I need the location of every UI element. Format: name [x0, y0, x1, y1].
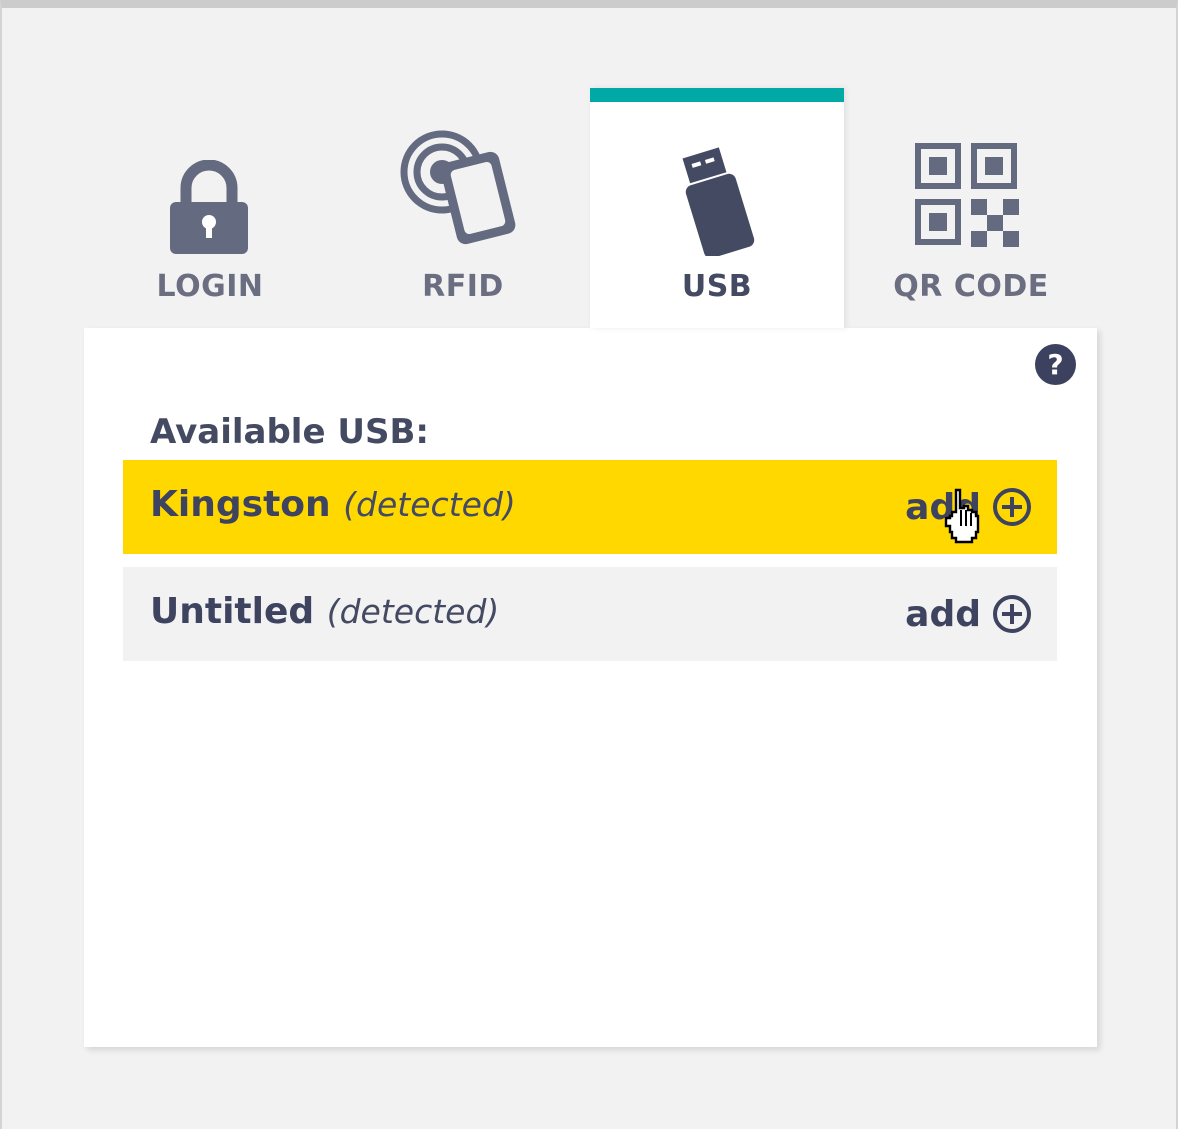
device-row-kingston: Kingston (detected) add: [123, 460, 1057, 554]
plus-circle-icon: [993, 595, 1031, 633]
device-status: (detected): [326, 592, 500, 631]
qr-code-icon: [915, 143, 1019, 247]
add-label: add: [905, 593, 981, 635]
add-device-button[interactable]: add: [905, 567, 1033, 661]
rfid-card-icon: [400, 130, 516, 245]
tab-qr-code[interactable]: QR CODE: [844, 88, 1098, 328]
usb-drive-icon: [682, 147, 755, 256]
hand-pointer-cursor-icon: [944, 488, 980, 544]
tab-label: USB: [681, 269, 753, 304]
device-status: (detected): [343, 485, 516, 524]
usb-panel: ? Available USB: Kingston (detected) add…: [84, 328, 1097, 1047]
device-name: Untitled: [150, 591, 315, 632]
lock-icon: [170, 160, 248, 254]
help-button[interactable]: ?: [1035, 344, 1076, 385]
tab-label: QR CODE: [893, 269, 1049, 304]
tab-login[interactable]: LOGIN: [84, 88, 336, 328]
device-row-untitled: Untitled (detected) add: [123, 567, 1057, 661]
plus-circle-icon: [993, 488, 1031, 526]
tab-label: RFID: [422, 269, 504, 304]
tab-usb[interactable]: USB: [590, 88, 844, 328]
device-name: Kingston: [150, 484, 331, 525]
section-title: Available USB:: [150, 412, 429, 452]
tab-label: LOGIN: [156, 269, 264, 304]
tab-rfid[interactable]: RFID: [336, 88, 590, 328]
